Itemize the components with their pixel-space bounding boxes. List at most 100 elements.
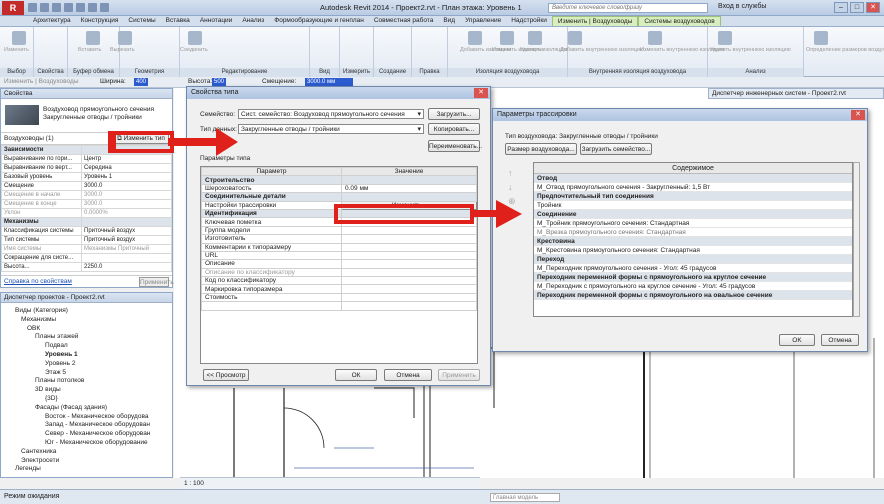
property-value[interactable] xyxy=(81,253,172,263)
type-param-row[interactable]: Код по классификатору xyxy=(201,276,477,286)
routing-close-button[interactable]: ✕ xyxy=(851,110,865,120)
property-value[interactable]: 0.0000% xyxy=(81,208,172,218)
type-param-row[interactable]: Шероховатость 0.09 мм xyxy=(201,183,477,194)
ribbon-button-label[interactable]: Определение размеров воздуховодов/труб xyxy=(806,47,884,53)
type-param-row[interactable]: Группа модели xyxy=(201,225,477,236)
height-field[interactable]: 500 xyxy=(212,78,227,86)
tree-item[interactable]: Подвал xyxy=(45,342,68,349)
routing-cancel-button[interactable]: Отмена xyxy=(821,334,859,346)
property-value[interactable]: Приточный воздух xyxy=(81,235,172,245)
property-value[interactable]: Механизмы Приточный xyxy=(81,244,172,254)
save-icon[interactable] xyxy=(40,3,49,12)
type-selector[interactable]: Воздуховод прямоугольного сечения Закруг… xyxy=(1,99,172,133)
login-button[interactable]: Вход в службы xyxy=(718,3,766,10)
ribbon-button-label[interactable]: Вырезать xyxy=(110,47,134,53)
type-param-row[interactable]: Стоимость xyxy=(201,292,477,303)
ribbon-button-icon[interactable] xyxy=(118,31,132,45)
width-field[interactable]: 400 xyxy=(134,78,149,86)
routing-rule[interactable]: М_Переходник с прямоугольного на круглое… xyxy=(534,282,852,291)
revit-logo-icon[interactable]: R xyxy=(2,1,24,15)
tab-2[interactable]: Системы xyxy=(123,16,160,26)
properties-help-link[interactable]: Справка по свойствам xyxy=(4,278,72,285)
tab-0[interactable]: Архитектура xyxy=(28,16,76,26)
type-apply-button[interactable]: Применить xyxy=(438,369,480,381)
tree-item[interactable]: Этаж 5 xyxy=(45,369,66,376)
ribbon-button-icon[interactable] xyxy=(814,31,828,45)
main-model-selector[interactable]: Главная модель xyxy=(490,493,560,502)
type-param-row[interactable]: Описание xyxy=(201,259,477,269)
type-param-value[interactable] xyxy=(341,276,477,286)
property-value[interactable]: Приточный воздух xyxy=(81,226,172,236)
rename-button[interactable]: Переименовать... xyxy=(428,140,482,152)
property-row[interactable]: Классификация системы Приточный воздух xyxy=(1,226,172,236)
routing-scrollbar[interactable] xyxy=(853,162,860,317)
routing-rule[interactable]: М_Отвод прямоугольного сечения - Закругл… xyxy=(534,183,852,192)
ribbon-button-icon[interactable] xyxy=(528,31,542,45)
type-param-row[interactable]: Описание по классификатору xyxy=(201,267,477,278)
property-value[interactable]: 3000.0 xyxy=(81,190,172,200)
offset-field[interactable]: 3000.0 мм xyxy=(305,78,353,86)
move-down-icon[interactable]: ↓ xyxy=(508,180,516,194)
tree-item[interactable]: 3D виды xyxy=(35,386,61,393)
tree-item[interactable]: Восток - Механическое оборудова xyxy=(45,413,148,420)
property-row[interactable]: Смещение в начале 3000.0 xyxy=(1,190,172,200)
property-row[interactable]: Базовый уровень Уровень 1 xyxy=(1,172,172,182)
tree-item[interactable]: ОВК xyxy=(27,325,40,332)
tree-item[interactable]: Планы потолков xyxy=(35,377,84,384)
type-param-row[interactable]: Изготовитель xyxy=(201,234,477,244)
tab-6[interactable]: Формообразующие и генплан xyxy=(269,16,369,26)
type-properties-close-button[interactable]: ✕ xyxy=(474,88,488,98)
type-ok-button[interactable]: ОК xyxy=(335,369,377,381)
tree-item[interactable]: Виды (Категория) xyxy=(15,307,68,314)
family-combo[interactable]: Сист. семейство: Воздуховод прямоугольно… xyxy=(238,109,424,119)
property-value[interactable]: 3000.0 xyxy=(81,199,172,209)
property-row[interactable]: Смещение в конце 3000.0 xyxy=(1,199,172,209)
minimize-button[interactable]: – xyxy=(834,2,848,13)
ribbon-button-label[interactable]: Соединить xyxy=(180,47,208,53)
view-scale[interactable]: 1 : 100 xyxy=(184,480,204,487)
type-param-row[interactable]: Строительство xyxy=(201,175,477,185)
ribbon-button-label[interactable]: Изменить xyxy=(4,47,29,53)
type-param-value[interactable] xyxy=(341,292,477,303)
property-value[interactable]: Уровень 1 xyxy=(81,172,172,182)
tab-9[interactable]: Управление xyxy=(460,16,506,26)
ribbon-button-label[interactable]: Добавить внутреннюю изоляцию xyxy=(560,47,644,53)
type-param-row[interactable]: URL xyxy=(201,250,477,261)
property-row[interactable]: Имя системы Механизмы Приточный xyxy=(1,244,172,254)
measure-icon[interactable] xyxy=(88,3,97,12)
tree-item[interactable]: Планы этажей xyxy=(35,333,78,340)
type-param-value[interactable]: 0.09 мм xyxy=(341,183,477,194)
type-combo[interactable]: Закругленные отводы / тройники xyxy=(238,124,424,134)
ribbon-button-icon[interactable] xyxy=(500,31,514,45)
redo-icon[interactable] xyxy=(64,3,73,12)
ribbon-button-icon[interactable] xyxy=(12,31,26,45)
type-param-row[interactable]: Соединительные детали xyxy=(201,192,477,202)
ribbon-button-label[interactable]: Удалить внутреннюю изоляцию xyxy=(710,47,791,53)
maximize-button[interactable]: □ xyxy=(850,2,864,13)
type-param-value[interactable] xyxy=(341,250,477,261)
ribbon-button-icon[interactable] xyxy=(568,31,582,45)
ribbon-button-icon[interactable] xyxy=(188,31,202,45)
3d-icon[interactable] xyxy=(100,3,109,12)
copy-button[interactable]: Копировать... xyxy=(428,123,480,135)
routing-rule[interactable]: М_Крестовина прямоугольного сечения: Ста… xyxy=(534,246,852,255)
tree-item[interactable]: Север - Механическое оборудован xyxy=(45,430,150,437)
type-param-value[interactable] xyxy=(341,234,477,244)
tree-item[interactable]: Уровень 1 xyxy=(45,351,78,358)
property-row[interactable]: Уклон 0.0000% xyxy=(1,208,172,218)
routing-ok-button[interactable]: OK xyxy=(779,334,815,346)
type-param-value[interactable] xyxy=(341,259,477,269)
tab-12[interactable]: Системы воздуховодов xyxy=(638,16,721,26)
routing-rule[interactable]: М_Переходник прямоугольного сечения - Уг… xyxy=(534,264,852,273)
property-value[interactable]: Центр xyxy=(81,154,172,164)
type-param-value[interactable] xyxy=(341,225,477,236)
search-input[interactable]: Введите ключевое слово/фразу xyxy=(548,3,708,13)
type-cancel-button[interactable]: Отмена xyxy=(384,369,432,381)
property-row[interactable]: Выравнивание по гори... Центр xyxy=(1,154,172,164)
property-value[interactable]: 2250.0 xyxy=(81,262,172,272)
ribbon-button-icon[interactable] xyxy=(718,31,732,45)
property-value[interactable]: 3000.0 xyxy=(81,181,172,191)
properties-apply-button[interactable]: Применить xyxy=(139,277,174,287)
routing-rule[interactable]: М_Тройник прямоугольного сечения: Станда… xyxy=(534,219,852,228)
load-family-button[interactable]: Загрузить семейство... xyxy=(580,143,652,155)
